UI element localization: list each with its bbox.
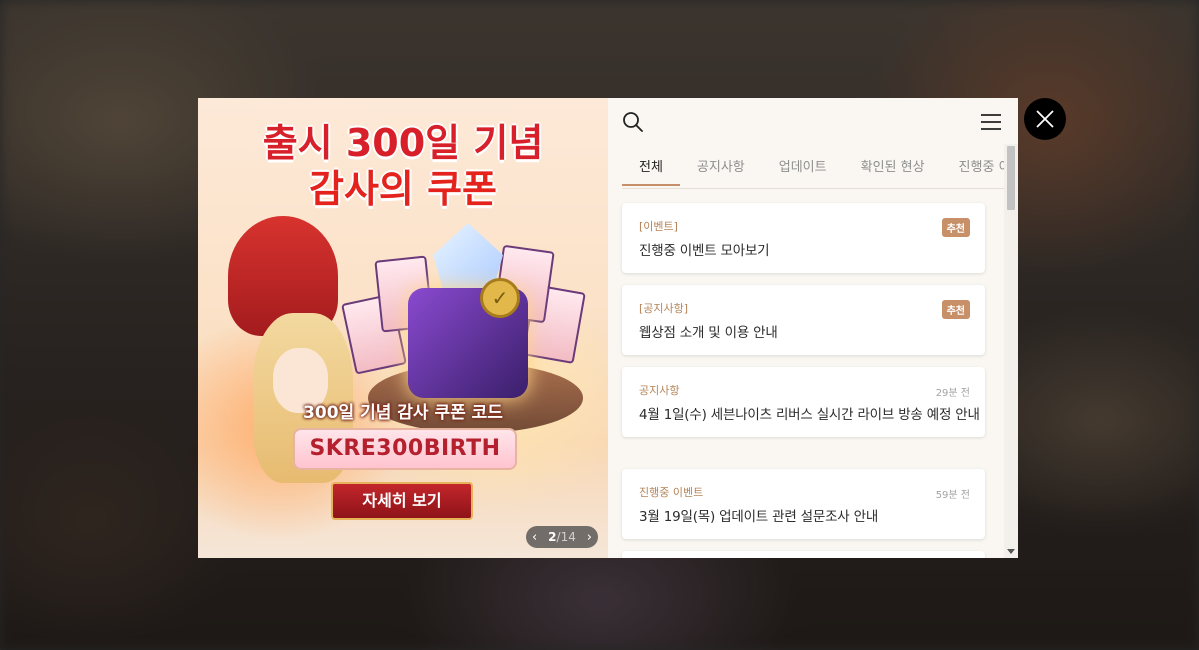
event-banner[interactable]: ✓ 출시 300일 기념 감사의 쿠폰 300일 기념 감사 쿠폰 코드 SKR… [198, 98, 608, 558]
post-title: 진행중 이벤트 모아보기 [639, 243, 770, 259]
coupon-label: 300일 기념 감사 쿠폰 코드 [303, 403, 503, 423]
banner-title: 출시 300일 기념 감사의 쿠폰 [198, 120, 608, 212]
recommend-badge: 추천 [941, 300, 970, 319]
tab-notice[interactable]: 공지사항 [680, 158, 762, 188]
coupon-code: SKRE300BIRTH [293, 428, 517, 470]
list-item[interactable]: 진행중 이벤트 59분 전 3월 19일(목) 업데이트 관련 설문조사 안내 [622, 469, 985, 539]
notice-panel: 전체 공지사항 업데이트 확인된 현상 진행중 이벤트 [이벤트] 추천 진행중… [608, 98, 1018, 558]
post-category: [공지사항] [639, 302, 689, 315]
tab-known-issues[interactable]: 확인된 현상 [844, 158, 942, 188]
post-time: 29분 전 [935, 388, 970, 399]
post-category: [이벤트] [639, 220, 678, 233]
pager-current: 2 [548, 530, 557, 544]
close-button[interactable] [1024, 98, 1066, 140]
post-title: 4월 1일(수) 세븐나이츠 리버스 실시간 라이브 방송 예정 안내 [639, 407, 980, 423]
banner-title-line1: 출시 300일 기념 [262, 121, 544, 165]
tab-all[interactable]: 전체 [622, 158, 680, 186]
post-category: 진행중 이벤트 [639, 486, 704, 499]
tab-ongoing-events[interactable]: 진행중 이벤트 [942, 158, 1004, 188]
list-item[interactable] [622, 551, 985, 558]
close-icon [1036, 110, 1054, 128]
category-tabs: 전체 공지사항 업데이트 확인된 현상 진행중 이벤트 [622, 158, 1004, 189]
prev-arrow-icon[interactable]: ‹ [532, 530, 537, 545]
pager-total: 14 [560, 530, 576, 544]
post-title: 웹상점 소개 및 이용 안내 [639, 325, 778, 341]
recommend-badge: 추천 [941, 218, 970, 237]
list-gap [622, 449, 987, 469]
scroll-down-icon[interactable] [1007, 549, 1015, 554]
post-category: 공지사항 [639, 384, 680, 397]
detail-button[interactable]: 자세히 보기 [331, 482, 473, 520]
list-item[interactable]: [이벤트] 추천 진행중 이벤트 모아보기 [622, 203, 985, 273]
list-item[interactable]: [공지사항] 추천 웹상점 소개 및 이용 안내 [622, 285, 985, 355]
next-arrow-icon[interactable]: › [587, 530, 592, 545]
menu-icon[interactable] [980, 113, 1002, 135]
check-badge-icon: ✓ [480, 278, 520, 318]
notice-modal: ✓ 출시 300일 기념 감사의 쿠폰 300일 기념 감사 쿠폰 코드 SKR… [198, 98, 1018, 558]
scrollbar[interactable] [1004, 144, 1018, 558]
scrollbar-thumb[interactable] [1007, 146, 1015, 210]
banner-pager: ‹ 2/14 › [526, 526, 598, 548]
list-item[interactable]: 공지사항 29분 전 4월 1일(수) 세븐나이츠 리버스 실시간 라이브 방송… [622, 367, 985, 437]
tab-update[interactable]: 업데이트 [762, 158, 844, 188]
post-list: [이벤트] 추천 진행중 이벤트 모아보기 [공지사항] 추천 웹상점 소개 및… [622, 203, 987, 558]
post-title: 3월 19일(목) 업데이트 관련 설문조사 안내 [639, 509, 879, 525]
search-icon[interactable] [622, 111, 644, 137]
post-time: 59분 전 [935, 490, 970, 501]
banner-title-line2: 감사의 쿠폰 [308, 167, 498, 211]
